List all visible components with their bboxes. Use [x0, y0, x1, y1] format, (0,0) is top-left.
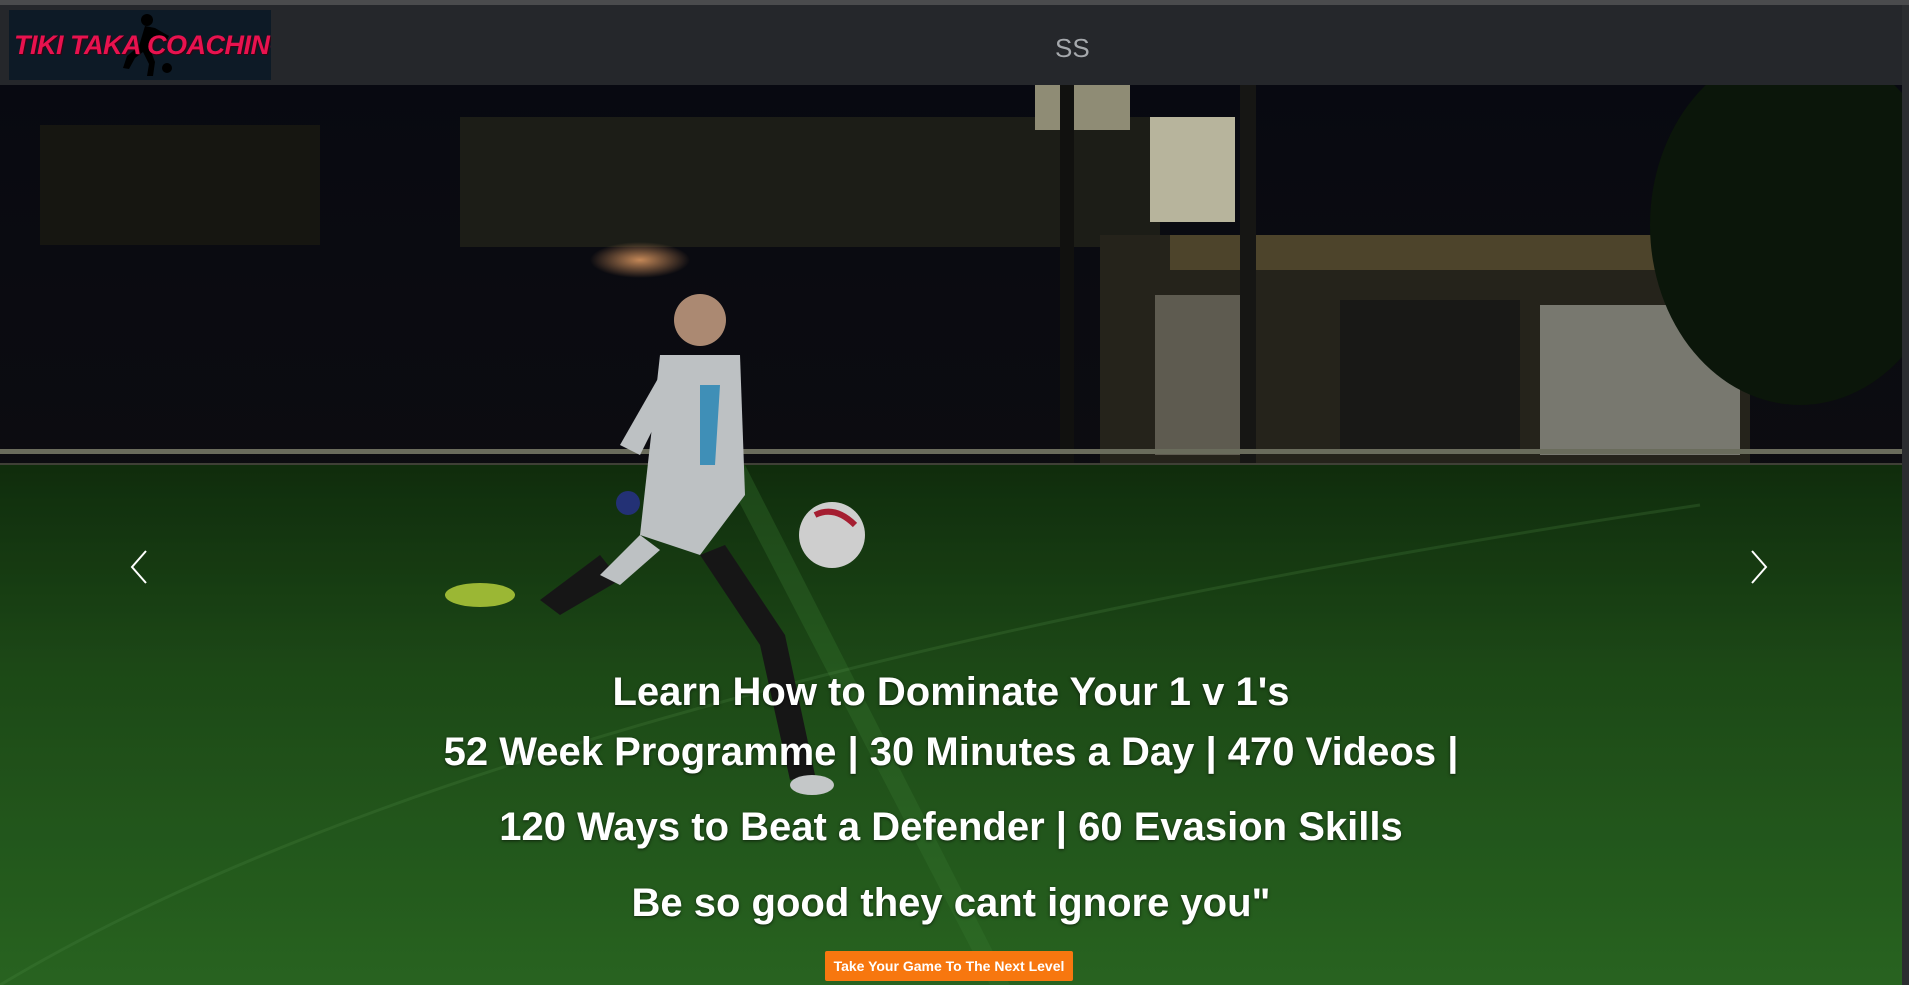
hero-subline-programme: 52 Week Programme | 30 Minutes a Day | 4… — [443, 730, 1459, 774]
hero-tagline: Be so good they cant ignore you" — [631, 881, 1271, 925]
carousel-prev-button[interactable] — [120, 545, 160, 589]
chevron-left-icon — [130, 550, 147, 584]
page-scrollbar[interactable] — [1902, 5, 1909, 985]
hero-carousel: Learn How to Dominate Your 1 v 1's 52 We… — [0, 85, 1902, 985]
logo-text: TIKI TAKA COACHING — [14, 30, 271, 60]
hero-background-image — [0, 85, 1902, 985]
navbar: TIKI TAKA COACHING SS — [0, 5, 1902, 85]
hero-subline-skills: 120 Ways to Beat a Defender | 60 Evasion… — [499, 805, 1403, 849]
chevron-right-icon — [1751, 550, 1768, 584]
hero-headline: Learn How to Dominate Your 1 v 1's — [612, 670, 1290, 714]
site-logo[interactable]: TIKI TAKA COACHING — [9, 10, 271, 80]
nav-title[interactable]: SS — [1055, 33, 1090, 64]
cta-button[interactable]: Take Your Game To The Next Level — [825, 951, 1073, 981]
carousel-next-button[interactable] — [1738, 545, 1778, 589]
